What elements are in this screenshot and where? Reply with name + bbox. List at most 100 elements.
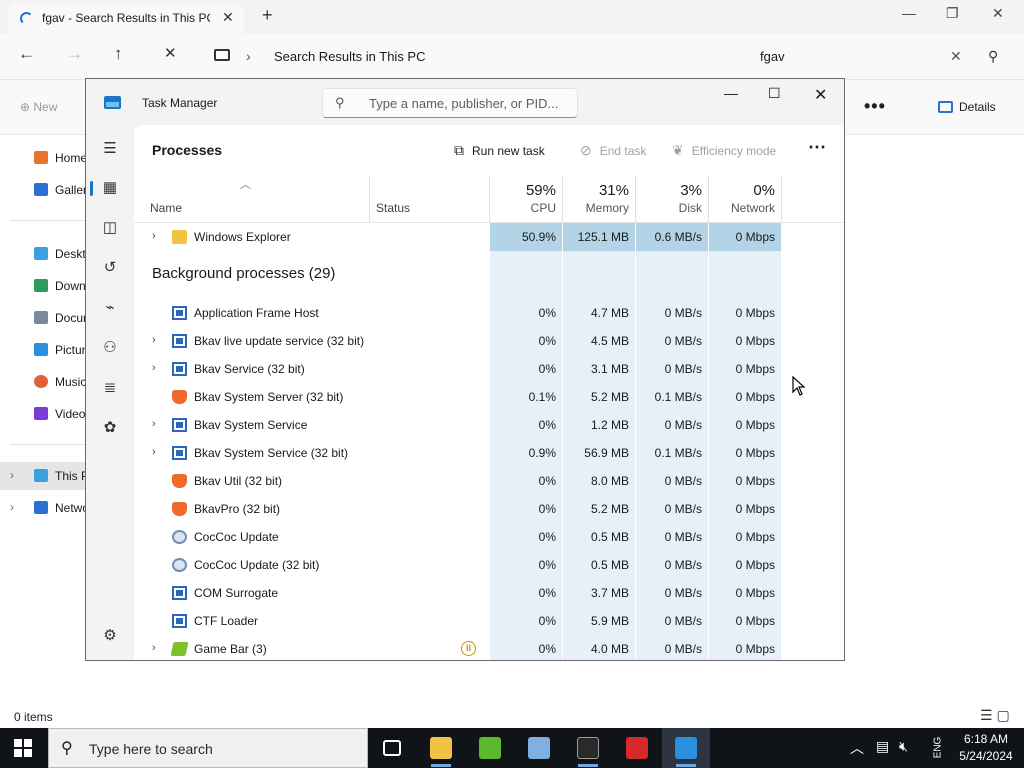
taskbar-app-button[interactable]: [417, 728, 465, 768]
volume-muted-icon[interactable]: 🔇︎: [899, 738, 908, 755]
group-cell: [636, 251, 708, 299]
close-icon[interactable]: ✕: [814, 85, 827, 105]
task-manager-window: Task Manager ⚲ Type a name, publisher, o…: [85, 78, 845, 661]
taskbar-app-button[interactable]: [368, 728, 416, 768]
expand-chevron-icon[interactable]: ›: [152, 334, 156, 346]
close-window-icon[interactable]: ✕: [992, 5, 1004, 22]
taskbar-app-button[interactable]: [613, 728, 661, 768]
new-button[interactable]: ⊕ New: [20, 100, 57, 114]
process-row[interactable]: › Bkav System Service (32 bit) 0.9% 56.9 MB…: [134, 439, 829, 467]
address-bar[interactable]: › Search Results in This PC: [202, 40, 740, 74]
process-row[interactable]: Bkav System Server (32 bit) 0.1% 5.2 MB 0.1…: [134, 383, 829, 411]
search-icon[interactable]: ⚲: [988, 48, 998, 65]
taskbar-app-button[interactable]: [466, 728, 514, 768]
view-toggle-icons[interactable]: ☰ ▢: [980, 707, 1010, 724]
end-task-label: End task: [599, 144, 647, 158]
cpu-value: 0%: [490, 327, 562, 355]
restore-icon[interactable]: ❐: [946, 5, 959, 22]
expand-chevron-icon[interactable]: ›: [152, 362, 156, 374]
nav-item-videos[interactable]: Videos: [0, 400, 86, 428]
more-options-icon[interactable]: •••: [864, 96, 886, 117]
up-arrow-icon[interactable]: ↑: [114, 44, 123, 64]
nav-item-downloads[interactable]: Downloads: [0, 272, 86, 300]
chevron-right-icon[interactable]: ›: [10, 500, 14, 514]
network-status-icon[interactable]: ▤: [876, 738, 889, 755]
taskbar-app-button[interactable]: [662, 728, 710, 768]
system-clock[interactable]: 6:18 AM 5/24/2024: [952, 731, 1020, 765]
users-icon[interactable]: ⚇: [98, 337, 122, 359]
nav-item-network[interactable]: › Network: [0, 494, 86, 522]
disk-value: 0 MB/s: [636, 299, 708, 327]
taskbar-app-button[interactable]: [515, 728, 563, 768]
expand-chevron-icon[interactable]: ›: [152, 642, 156, 654]
settings-gear-icon[interactable]: ⚙: [98, 625, 122, 647]
process-row[interactable]: BkavPro (32 bit) 0% 5.2 MB 0 MB/s 0 Mbps: [134, 495, 829, 523]
end-task-button[interactable]: ⊘ End task: [580, 142, 646, 159]
chevron-right-icon[interactable]: ›: [10, 468, 14, 482]
column-divider[interactable]: [369, 175, 370, 223]
search-placeholder: Type a name, publisher, or PID...: [369, 96, 559, 111]
new-tab-button[interactable]: +: [262, 5, 273, 26]
services-icon[interactable]: ✿: [98, 417, 122, 439]
minimize-icon[interactable]: —: [724, 85, 738, 101]
process-row[interactable]: Application Frame Host 0% 4.7 MB 0 MB/s 0 Mb…: [134, 299, 829, 327]
app-history-icon[interactable]: ↺: [98, 257, 122, 279]
nav-item-this-pc[interactable]: › This PC: [0, 462, 86, 490]
back-arrow-icon[interactable]: ←: [18, 44, 35, 64]
run-new-task-button[interactable]: ⧉ Run new task: [454, 142, 545, 159]
process-row[interactable]: › Game Bar (3) II 0% 4.0 MB 0 MB/s 0 Mbps: [134, 635, 829, 660]
efficiency-mode-button[interactable]: ❦ Efficiency mode: [672, 142, 776, 159]
details-button[interactable]: Details: [938, 100, 996, 114]
process-row-windows-explorer[interactable]: › Windows Explorer 50.9% 125.1 MB 0.6 MB…: [134, 223, 829, 251]
column-header-network[interactable]: 0% Network: [709, 175, 781, 223]
forward-arrow-icon[interactable]: →: [66, 44, 83, 64]
nav-item-home[interactable]: Home: [0, 144, 86, 172]
expand-chevron-icon[interactable]: ›: [152, 446, 156, 458]
column-divider[interactable]: [781, 175, 782, 223]
process-row[interactable]: CocCoc Update 0% 0.5 MB 0 MB/s 0 Mbps: [134, 523, 829, 551]
close-tab-icon[interactable]: ✕: [222, 9, 234, 26]
cpu-value: 0%: [490, 607, 562, 635]
clear-search-icon[interactable]: ✕: [950, 48, 962, 65]
column-header-name[interactable]: Name: [150, 201, 182, 215]
process-row[interactable]: COM Surrogate 0% 3.7 MB 0 MB/s 0 Mbps: [134, 579, 829, 607]
column-header-cpu[interactable]: 59% CPU: [490, 175, 562, 223]
details-icon[interactable]: ≣: [98, 377, 122, 399]
explorer-search-box[interactable]: fgav ✕ ⚲: [750, 40, 1012, 74]
cpu-value: 0%: [490, 495, 562, 523]
process-row[interactable]: › Bkav Service (32 bit) 0% 3.1 MB 0 MB/s 0 Mb…: [134, 355, 829, 383]
hamburger-menu-icon[interactable]: ☰: [98, 138, 122, 160]
process-row[interactable]: › Bkav System Service 0% 1.2 MB 0 MB/s 0 Mbps: [134, 411, 829, 439]
stop-loading-icon[interactable]: ✕: [164, 44, 177, 62]
process-row[interactable]: › Bkav live update service (32 bit) 0% 4.5 …: [134, 327, 829, 355]
windows-start-icon[interactable]: [14, 739, 32, 757]
column-header-status[interactable]: Status: [376, 201, 410, 215]
taskbar-search-box[interactable]: ⚲ Type here to search: [48, 728, 368, 768]
process-row[interactable]: CocCoc Update (32 bit) 0% 0.5 MB 0 MB/s 0 Mb…: [134, 551, 829, 579]
nav-item-gallery[interactable]: Gallery: [0, 176, 86, 204]
process-search-box[interactable]: ⚲ Type a name, publisher, or PID...: [322, 88, 578, 118]
maximize-icon[interactable]: ☐: [768, 85, 781, 102]
run-task-icon: ⧉: [454, 142, 464, 158]
show-hidden-icons-chevron-icon[interactable]: ︿: [850, 738, 864, 758]
column-header-disk[interactable]: 3% Disk: [636, 175, 708, 223]
taskbar-app-button[interactable]: [564, 728, 612, 768]
minimize-icon[interactable]: —: [902, 5, 916, 21]
processes-icon[interactable]: ▦: [90, 177, 122, 199]
input-language[interactable]: ENG: [933, 736, 944, 760]
nav-item-music[interactable]: Music: [0, 368, 86, 396]
more-options-icon[interactable]: ⋯: [808, 137, 827, 158]
explorer-tab[interactable]: fgav - Search Results in This PC ✕: [8, 4, 244, 34]
process-name: BkavPro (32 bit): [194, 502, 281, 516]
nav-item-documents[interactable]: Documents: [0, 304, 86, 332]
expand-chevron-icon[interactable]: ›: [152, 418, 156, 430]
column-header-memory[interactable]: 31% Memory: [563, 175, 635, 223]
expand-chevron-icon[interactable]: ›: [152, 230, 156, 242]
performance-icon[interactable]: ◫: [98, 217, 122, 239]
startup-apps-icon[interactable]: ⌁: [98, 297, 122, 319]
nav-item-pictures[interactable]: Pictures: [0, 336, 86, 364]
process-table-header: ︿ Name Status 59% CPU 31% Memory 3% Disk…: [134, 175, 844, 223]
process-row[interactable]: Bkav Util (32 bit) 0% 8.0 MB 0 MB/s 0 Mbps: [134, 467, 829, 495]
process-row[interactable]: CTF Loader 0% 5.9 MB 0 MB/s 0 Mbps: [134, 607, 829, 635]
nav-item-desktop[interactable]: Desktop: [0, 240, 86, 268]
